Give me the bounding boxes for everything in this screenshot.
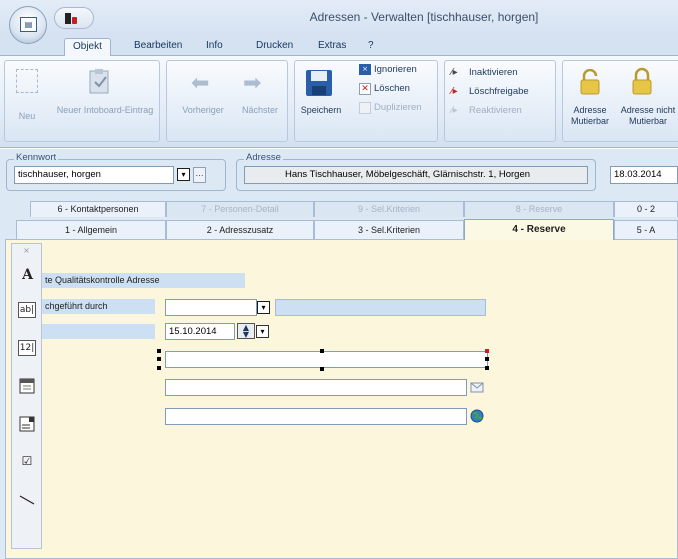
lock-icon <box>632 67 652 95</box>
window-title: Adressen - Verwalten [tischhauser, horge… <box>309 10 539 24</box>
numeric-tool-icon[interactable]: 12| <box>18 340 36 356</box>
designer-toolbox: × A ab| 12| ☑ <box>11 243 42 549</box>
tab-sel-kriterien-3[interactable]: 3 - Sel.Kriterien <box>314 220 464 239</box>
textbox-tool-icon[interactable]: ab| <box>18 302 36 318</box>
tab-bearbeiten[interactable]: Bearbeiten <box>126 38 190 57</box>
ignorieren-button[interactable]: Ignorieren <box>374 64 417 75</box>
reactivate-icon: ⁄▸ <box>451 105 458 116</box>
delete-icon: ✕ <box>359 83 371 95</box>
checkbox-tool-icon[interactable]: ☑ <box>19 454 35 470</box>
tab-allgemein[interactable]: 1 - Allgemein <box>16 220 166 239</box>
line-tool-icon[interactable] <box>19 494 35 506</box>
email-field[interactable] <box>165 379 467 396</box>
application-menu-button[interactable]: ▤ <box>9 6 47 44</box>
new-document-icon <box>16 69 38 93</box>
toolbox-close-icon[interactable]: × <box>12 246 41 255</box>
ribbon: Neu Neuer Intoboard-Eintrag ⬅ ➡ Vorherig… <box>0 56 678 148</box>
globe-icon[interactable] <box>470 409 484 423</box>
tab-adresszusatz[interactable]: 2 - Adresszusatz <box>166 220 314 239</box>
resize-handle-bc[interactable] <box>320 367 324 371</box>
tab-help[interactable]: ? <box>360 38 382 57</box>
unlock-icon <box>580 69 600 95</box>
resize-handle-bl[interactable] <box>157 366 161 370</box>
tab-extras[interactable]: Extras <box>310 38 354 57</box>
neuer-intoboard-button[interactable]: Neuer Intoboard-Eintrag <box>55 105 155 116</box>
kennwort-browse-button[interactable]: … <box>193 167 206 183</box>
tab-personen-detail[interactable]: 7 - Personen-Detail <box>166 201 314 217</box>
resize-handle-mr[interactable] <box>485 357 489 361</box>
mail-icon[interactable] <box>470 380 484 394</box>
adresse-mutierbar-button[interactable]: Adresse Mutierbar <box>565 105 615 127</box>
duplicate-icon <box>359 102 371 114</box>
label-tool-icon[interactable]: A <box>15 264 40 286</box>
datum-input[interactable]: 15.10.2014 <box>165 323 235 340</box>
resize-handle-tr[interactable] <box>485 349 489 353</box>
combobox-tool-icon[interactable] <box>19 416 35 432</box>
neu-button[interactable]: Neu <box>7 111 47 122</box>
tab-reserve-8[interactable]: 8 - Reserve <box>464 201 614 217</box>
ribbon-group-status: ⁄▸ Inaktivieren ⁄▸ Löschfreigabe ⁄▸ Reak… <box>444 60 556 142</box>
adresse-display: Hans Tischhauser, Möbelgeschäft, Glärnis… <box>244 166 588 184</box>
tab-0[interactable]: 0 - 2 <box>614 201 678 217</box>
save-floppy-icon <box>306 70 332 96</box>
kennwort-dropdown-button[interactable]: ▾ <box>177 168 190 181</box>
reaktivieren-button[interactable]: Reaktivieren <box>469 105 522 116</box>
date-field[interactable]: 18.03.2014 <box>610 166 678 184</box>
ribbon-group-new: Neu Neuer Intoboard-Eintrag <box>4 60 160 142</box>
calendar-tool-icon[interactable] <box>19 378 35 394</box>
kennwort-input[interactable]: tischhauser, horgen <box>14 166 174 184</box>
clipboard-icon <box>89 69 109 94</box>
ribbon-group-save: Speichern × Ignorieren ✕ Löschen Duplizi… <box>294 60 438 142</box>
durchgefuehrt-combo[interactable] <box>165 299 257 316</box>
ignore-icon: × <box>359 64 371 75</box>
delete-release-icon: ⁄▸ <box>451 86 458 97</box>
adresse-nicht-mutierbar-button[interactable]: Adresse nicht Mutierbar <box>615 105 678 127</box>
vorheriger-button[interactable]: Vorheriger <box>173 105 233 116</box>
qualitaetskontrolle-label: te Qualitätskontrolle Adresse <box>42 273 245 288</box>
speichern-button[interactable]: Speichern <box>296 105 346 116</box>
kennwort-label: Kennwort <box>14 152 59 163</box>
tab-drucken[interactable]: Drucken <box>248 38 301 57</box>
resize-handle-br[interactable] <box>485 366 489 370</box>
tab-objekt[interactable]: Objekt <box>64 38 111 57</box>
duplizieren-button[interactable]: Duplizieren <box>374 102 422 113</box>
loeschen-button[interactable]: Löschen <box>374 83 410 94</box>
application-icon: ▤ <box>20 17 37 32</box>
datum-spinner[interactable]: ▲ ▼ <box>237 323 255 339</box>
tab-kontaktpersonen[interactable]: 6 - Kontaktpersonen <box>30 201 166 217</box>
datum-dropdown-button[interactable]: ▾ <box>256 325 269 338</box>
naechster-button[interactable]: Nächster <box>233 105 287 116</box>
inaktivieren-button[interactable]: Inaktivieren <box>469 67 518 78</box>
durchgefuehrt-dropdown-button[interactable]: ▾ <box>257 301 270 314</box>
ribbon-group-navigation: ⬅ ➡ Vorheriger Nächster <box>166 60 288 142</box>
selected-field[interactable] <box>165 351 488 368</box>
loeschfreigabe-button[interactable]: Löschfreigabe <box>469 86 529 97</box>
ribbon-group-lock: Adresse Mutierbar Adresse nicht Mutierba… <box>562 60 678 142</box>
tab-info[interactable]: Info <box>198 38 231 57</box>
adresse-label: Adresse <box>244 152 283 163</box>
resize-handle-tc[interactable] <box>320 349 324 353</box>
tab-sel-kriterien-9[interactable]: 9 - Sel.Kriterien <box>314 201 464 217</box>
tab-reserve-4[interactable]: 4 - Reserve <box>464 219 614 240</box>
previous-arrow-icon: ⬅ <box>191 71 210 96</box>
website-field[interactable] <box>165 408 467 425</box>
deactivate-icon: ⁄▸ <box>451 67 458 78</box>
durchgefuehrt-label: chgeführt durch <box>42 299 155 314</box>
durchgefuehrt-display <box>275 299 486 316</box>
tab-5[interactable]: 5 - A <box>614 220 678 239</box>
resize-handle-ml[interactable] <box>157 357 161 361</box>
next-arrow-icon: ➡ <box>243 71 262 96</box>
empty-label <box>42 324 155 339</box>
resize-handle-tl[interactable] <box>157 349 161 353</box>
